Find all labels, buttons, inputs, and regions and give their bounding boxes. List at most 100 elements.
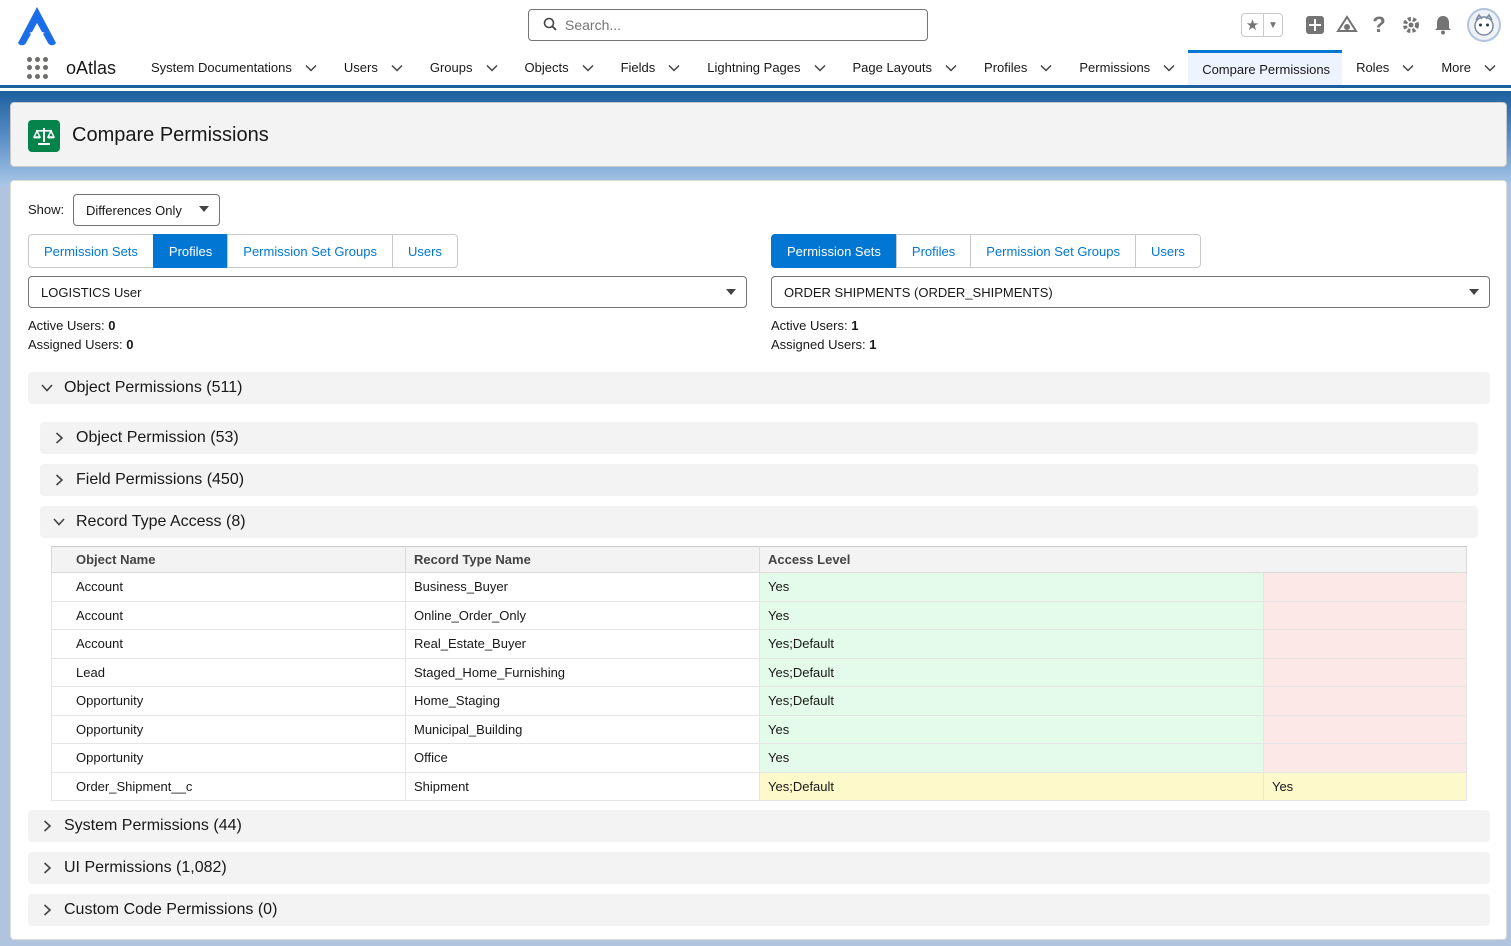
nav-items: System Documentations Users Groups Objects F…	[137, 50, 1509, 85]
chevron-down-icon[interactable]	[1039, 61, 1053, 75]
table-row: Lead Staged_Home_Furnishing Yes;Default	[51, 657, 1468, 687]
cell-left-access-level: Yes;Default	[759, 629, 1264, 659]
cell-record-type-name: Home_Staging	[405, 686, 760, 716]
right-tab-profiles[interactable]: Profiles	[895, 234, 972, 268]
chevron-down-icon[interactable]	[1401, 61, 1415, 75]
favorites-star-icon[interactable]: ★	[1242, 14, 1264, 36]
section-ui-permissions[interactable]: UI Permissions (1,082)	[28, 852, 1490, 884]
balance-scale-icon	[28, 120, 60, 152]
left-tab-permission-sets[interactable]: Permission Sets	[28, 234, 154, 268]
cell-right-access-level: Yes	[1262, 771, 1468, 801]
nav-item-objects[interactable]: Objects	[511, 50, 607, 85]
chevron-down-icon[interactable]	[667, 61, 681, 75]
cell-object-name: Account	[51, 600, 406, 630]
chevron-down-icon	[1469, 289, 1479, 295]
section-field-permissions[interactable]: Field Permissions (450)	[40, 464, 1478, 496]
left-assigned-users-count: 0	[126, 337, 134, 352]
right-active-users-label: Active Users:	[771, 318, 848, 333]
right-assigned-users-label: Assigned Users:	[771, 337, 866, 352]
section-system-permissions[interactable]: System Permissions (44)	[28, 810, 1490, 842]
global-search-input[interactable]: Search...	[528, 9, 928, 41]
cell-record-type-name: Online_Order_Only	[405, 600, 760, 630]
left-tab-profiles[interactable]: Profiles	[152, 234, 229, 268]
favorites-dropdown-icon[interactable]: ▼	[1264, 14, 1282, 36]
section-record-type-access[interactable]: Record Type Access (8)	[40, 506, 1478, 538]
nav-item-users[interactable]: Users	[330, 50, 416, 85]
column-header-record-type-name[interactable]: Record Type Name	[405, 546, 760, 573]
table-row: Order_Shipment__c Shipment Yes;Default Yes	[51, 771, 1468, 801]
right-source-type-tabs: Permission Sets Profiles Permission Set Gr…	[771, 234, 1201, 268]
chevron-right-icon	[43, 904, 52, 916]
nav-item-label: System Documentations	[151, 60, 292, 75]
chevron-down-icon[interactable]	[581, 61, 595, 75]
table-header-row: Object Name Record Type Name Access Leve…	[51, 546, 1467, 573]
nav-item-label: Lightning Pages	[707, 60, 801, 75]
app-logo-icon[interactable]	[14, 5, 60, 47]
left-active-users-label: Active Users:	[28, 318, 105, 333]
nav-item-label: Roles	[1356, 60, 1390, 75]
table-row: Opportunity Home_Staging Yes;Default	[51, 686, 1468, 716]
left-user-stats: Active Users: 0 Assigned Users: 0	[28, 316, 134, 354]
right-user-stats: Active Users: 1 Assigned Users: 1	[771, 316, 877, 354]
section-record-type-access-label: Record Type Access (8)	[76, 513, 246, 530]
right-tab-permission-sets[interactable]: Permission Sets	[771, 234, 897, 268]
section-custom-code-permissions[interactable]: Custom Code Permissions (0)	[28, 894, 1490, 926]
nav-item-roles[interactable]: Roles	[1342, 50, 1427, 85]
section-object-permissions[interactable]: Object Permissions (511)	[28, 372, 1490, 404]
trailhead-icon[interactable]	[1331, 9, 1363, 41]
add-icon[interactable]	[1299, 9, 1331, 41]
left-source-combobox[interactable]: LOGISTICS User	[28, 276, 747, 308]
right-source-combobox[interactable]: ORDER SHIPMENTS (ORDER_SHIPMENTS)	[771, 276, 1490, 308]
nav-item-system-documentations[interactable]: System Documentations	[137, 50, 330, 85]
table-row: Account Online_Order_Only Yes	[51, 600, 1468, 630]
table-row: Opportunity Municipal_Building Yes	[51, 714, 1468, 744]
section-object-permission[interactable]: Object Permission (53)	[40, 422, 1478, 454]
global-header: Search... ★ ▼ ?	[0, 0, 1511, 50]
left-tab-users[interactable]: Users	[391, 234, 458, 268]
nav-item-more[interactable]: More	[1427, 50, 1509, 85]
nav-item-fields[interactable]: Fields	[607, 50, 694, 85]
cell-record-type-name: Staged_Home_Furnishing	[405, 657, 760, 687]
nav-item-permissions[interactable]: Permissions	[1065, 50, 1188, 85]
left-source-type-tabs: Permission Sets Profiles Permission Set Gr…	[28, 234, 458, 268]
left-tab-permission-set-groups[interactable]: Permission Set Groups	[227, 234, 393, 268]
nav-item-page-layouts[interactable]: Page Layouts	[839, 50, 971, 85]
app-navigation-bar: oAtlas System Documentations Users Groups O…	[0, 50, 1511, 88]
column-header-object-name[interactable]: Object Name	[51, 546, 406, 573]
nav-item-compare-permissions[interactable]: Compare Permissions	[1188, 50, 1343, 85]
cell-object-name: Opportunity	[51, 714, 406, 744]
cell-right-access-level	[1262, 714, 1468, 744]
cell-left-access-level: Yes;Default	[759, 686, 1264, 716]
notifications-bell-icon[interactable]	[1427, 9, 1459, 41]
chevron-down-icon[interactable]	[1483, 61, 1497, 75]
cell-left-access-level: Yes;Default	[759, 771, 1264, 801]
user-avatar-icon[interactable]	[1467, 8, 1501, 42]
left-assigned-users-label: Assigned Users:	[28, 337, 123, 352]
nav-item-profiles[interactable]: Profiles	[970, 50, 1065, 85]
chevron-down-icon[interactable]	[1162, 61, 1176, 75]
chevron-down-icon[interactable]	[944, 61, 958, 75]
app-launcher-icon[interactable]	[27, 57, 49, 79]
page-title: Compare Permissions	[72, 124, 269, 146]
section-ui-permissions-label: UI Permissions (1,082)	[64, 859, 227, 876]
help-icon[interactable]: ?	[1363, 9, 1395, 41]
chevron-down-icon[interactable]	[813, 61, 827, 75]
app-name: oAtlas	[66, 58, 117, 78]
chevron-down-icon[interactable]	[304, 61, 318, 75]
chevron-down-icon	[726, 289, 736, 295]
section-object-permission-label: Object Permission (53)	[76, 429, 239, 446]
setup-gear-icon[interactable]	[1395, 9, 1427, 41]
nav-item-label: Groups	[429, 60, 473, 75]
cell-object-name: Lead	[51, 657, 406, 687]
cell-object-name: Account	[51, 629, 406, 659]
cell-left-access-level: Yes;Default	[759, 657, 1264, 687]
chevron-down-icon[interactable]	[485, 61, 499, 75]
chevron-down-icon[interactable]	[390, 61, 404, 75]
nav-item-lightning-pages[interactable]: Lightning Pages	[693, 50, 838, 85]
right-tab-permission-set-groups[interactable]: Permission Set Groups	[970, 234, 1136, 268]
table-row: Account Business_Buyer Yes	[51, 572, 1468, 602]
right-tab-users[interactable]: Users	[1134, 234, 1201, 268]
column-header-access-level[interactable]: Access Level	[759, 546, 1467, 573]
nav-item-groups[interactable]: Groups	[416, 50, 511, 85]
show-filter-select[interactable]: Differences Only	[73, 194, 220, 226]
